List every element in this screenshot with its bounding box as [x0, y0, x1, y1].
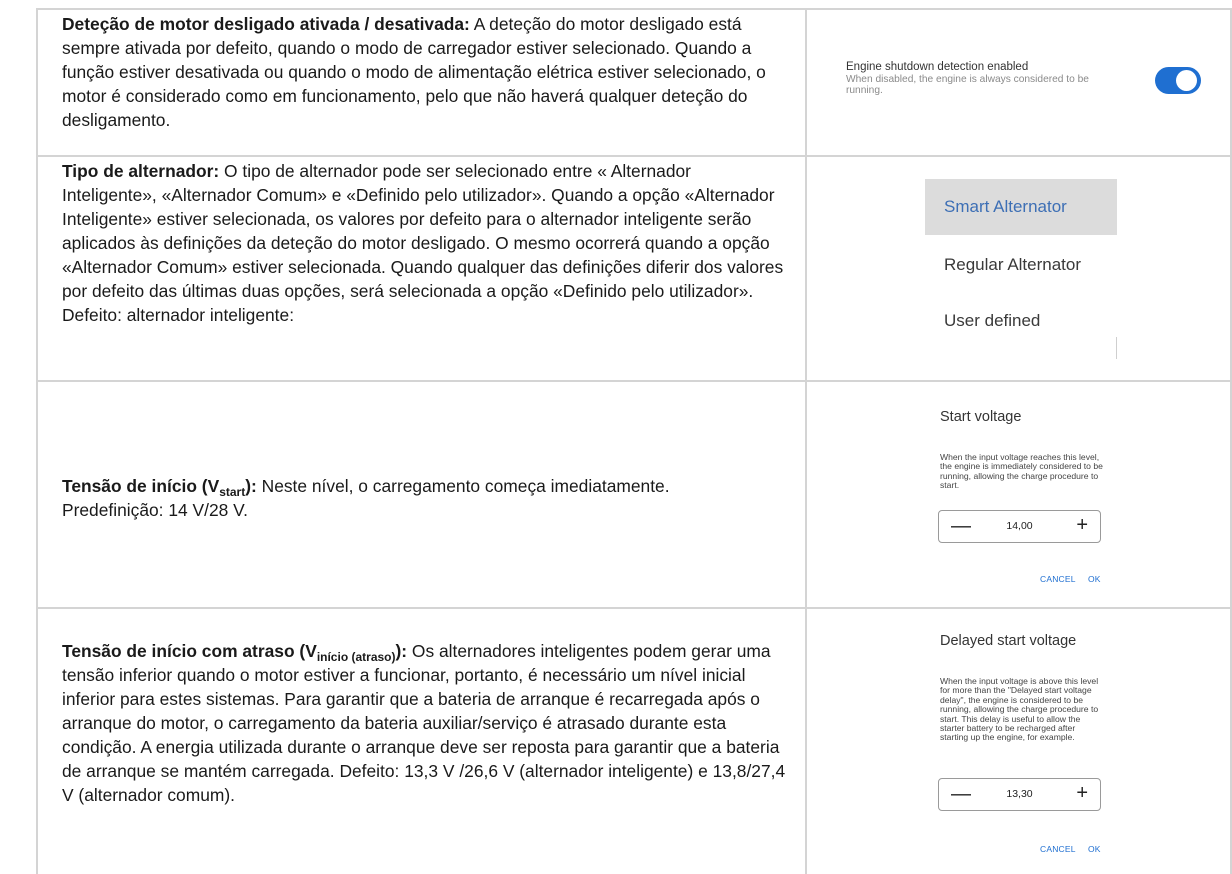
- start-voltage-dialog-title: Start voltage: [940, 409, 1022, 425]
- engine-toggle-title: Engine shutdown detection enabled: [846, 61, 1029, 73]
- delayed-start-ok-button[interactable]: OK: [1088, 844, 1101, 854]
- menu-item-smart-alternator[interactable]: Smart Alternator: [925, 179, 1117, 235]
- engine-detection-paragraph: Deteção de motor desligado ativada / des…: [62, 12, 787, 132]
- table-border-left: [36, 8, 38, 874]
- start-voltage-term-b: ):: [245, 476, 257, 496]
- start-voltage-line1: Neste nível, o carregamento começa imedi…: [256, 476, 670, 496]
- table-row-divider-2: [36, 380, 1232, 382]
- table-border-top: [36, 8, 1232, 10]
- start-voltage-ok-button[interactable]: OK: [1088, 574, 1101, 584]
- toggle-knob: [1176, 70, 1197, 91]
- delayed-start-term-sub: início (atraso): [316, 650, 396, 664]
- delayed-start-stepper: — 13,30 +: [938, 778, 1101, 811]
- delayed-start-term-b: ):: [395, 641, 408, 661]
- table-row-divider-3: [36, 607, 1232, 609]
- engine-toggle-description: When disabled, the engine is always cons…: [846, 74, 1089, 96]
- start-voltage-term-a: Tensão de início (V: [62, 476, 220, 496]
- delayed-start-text: Os alternadores inteligentes podem gerar…: [62, 641, 786, 805]
- menu-item-user-defined[interactable]: User defined: [925, 293, 1117, 349]
- menu-item-regular-alternator[interactable]: Regular Alternator: [925, 237, 1117, 293]
- start-voltage-paragraph: Tensão de início (Vstart): Neste nível, …: [62, 474, 787, 522]
- delayed-start-paragraph: Tensão de início com atraso (Vinício (at…: [62, 639, 787, 807]
- alternator-type-menu: Smart Alternator Regular Alternator User…: [925, 179, 1117, 359]
- delayed-start-term: Tensão de início com atraso (Vinício (at…: [62, 641, 408, 664]
- delayed-start-dialog-description: When the input voltage is above this lev…: [940, 676, 1099, 743]
- start-voltage-term: Tensão de início (Vstart):: [62, 476, 257, 499]
- start-voltage-stepper: — 14,00 +: [938, 510, 1101, 543]
- start-voltage-dialog-description: When the input voltage reaches this leve…: [940, 452, 1103, 491]
- alternator-type-text: O tipo de alternador pode ser selecionad…: [62, 161, 784, 325]
- delayed-start-term-a: Tensão de início com atraso (V: [62, 641, 317, 661]
- menu-shadow: [1116, 337, 1117, 359]
- engine-shutdown-toggle[interactable]: [1155, 67, 1201, 94]
- plus-icon[interactable]: +: [1076, 783, 1088, 803]
- table-row-divider-1: [36, 155, 1232, 157]
- engine-detection-term: Deteção de motor desligado ativada / des…: [62, 14, 470, 34]
- delayed-start-dialog-title: Delayed start voltage: [940, 633, 1077, 649]
- alternator-type-term: Tipo de alternador:: [62, 161, 220, 181]
- plus-icon[interactable]: +: [1076, 515, 1088, 535]
- delayed-start-cancel-button[interactable]: CANCEL: [1040, 844, 1076, 854]
- table-divider-middle: [805, 8, 807, 874]
- start-voltage-cancel-button[interactable]: CANCEL: [1040, 574, 1076, 584]
- start-voltage-term-sub: start: [219, 485, 246, 499]
- start-voltage-line2: Predefinição: 14 V/28 V.: [62, 500, 248, 520]
- alternator-type-paragraph: Tipo de alternador: O tipo de alternador…: [62, 159, 787, 327]
